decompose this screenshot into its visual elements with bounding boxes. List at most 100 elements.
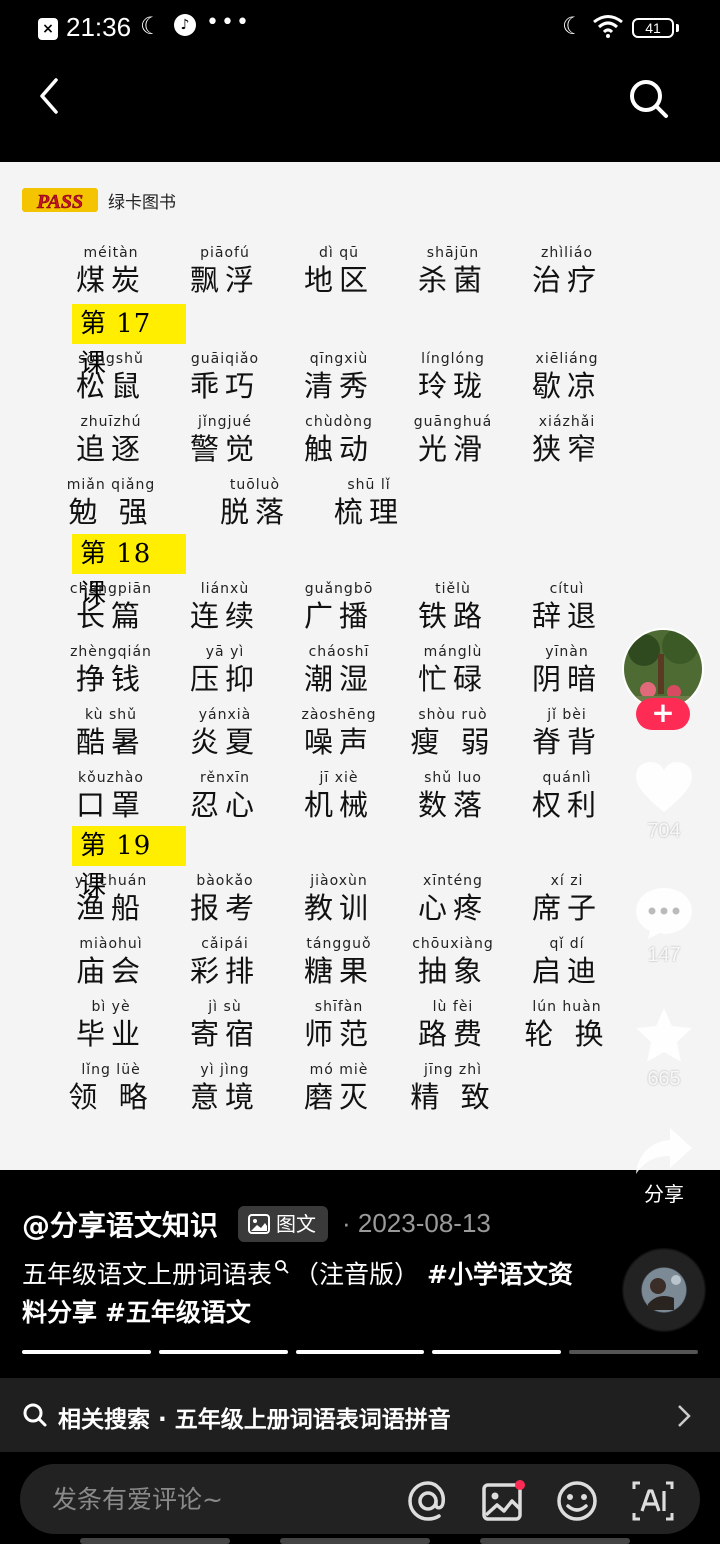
vocab-word: mánglù 忙碌: [398, 643, 508, 697]
hanzi: 勉 强: [68, 495, 154, 529]
pinyin: chángpiān: [69, 581, 153, 597]
vocab-word: rěnxīn 忍心: [170, 769, 280, 823]
hanzi: 轮 换: [524, 1017, 610, 1051]
favorite-count: 665: [647, 1068, 681, 1090]
pinyin: guǎngbō: [304, 581, 374, 597]
vocab-word: guǎngbō 广播: [284, 580, 394, 634]
progress-segment: [295, 1350, 425, 1354]
lesson-title: 第 18 课: [72, 534, 186, 609]
battery-level: 41: [645, 20, 661, 36]
hanzi: 梳理: [333, 495, 404, 529]
pinyin: jiàoxùn: [310, 873, 368, 889]
progress-segment: [432, 1350, 562, 1354]
pinyin: zàoshēng: [301, 707, 377, 723]
hanzi: 抽象: [417, 954, 488, 988]
pinyin: jǐ bèi: [547, 707, 587, 723]
vocab-word: jī xiè 机械: [284, 769, 394, 823]
vocab-word: yánxià 炎夏: [170, 706, 280, 760]
search-icon[interactable]: [624, 74, 672, 122]
post-type-label: 图文: [276, 1212, 316, 1236]
pinyin: zhuīzhú: [80, 414, 142, 430]
hanzi: 煤炭: [75, 263, 146, 297]
hanzi: 松鼠: [75, 369, 146, 403]
vocab-word: tuōluò 脱落: [200, 476, 310, 530]
image-progress: [22, 1350, 698, 1356]
hanzi: 潮湿: [303, 662, 374, 696]
pinyin: qǐ dí: [549, 936, 585, 952]
post-image[interactable]: PASS 绿卡图书 méitàn 煤炭 piāofú 飘浮 dì qū 地区 shājūn 杀…: [0, 162, 720, 1170]
comment-input[interactable]: [50, 1464, 384, 1536]
related-search-bar[interactable]: 相关搜索 · 五年级上册词语表词语拼音: [0, 1378, 720, 1452]
pinyin: cháoshī: [308, 644, 370, 660]
progress-segment: [158, 1350, 288, 1354]
follow-button[interactable]: +: [636, 698, 690, 730]
author-name[interactable]: @分享语文知识: [22, 1204, 218, 1244]
vocab-word: zhuīzhú 追逐: [56, 413, 166, 467]
notification-icon: ×: [38, 18, 58, 40]
pinyin: sōngshǔ: [78, 351, 144, 367]
music-disc[interactable]: [622, 1248, 706, 1332]
hanzi: 数落: [417, 788, 488, 822]
hanzi: 席子: [531, 891, 602, 925]
like-count: 704: [647, 820, 681, 842]
hanzi: 师范: [303, 1017, 374, 1051]
pinyin: quánlì: [542, 770, 592, 786]
pinyin: tiělù: [435, 581, 471, 597]
brand-logo-text: PASS: [36, 191, 83, 213]
vocab-word: lù fèi 路费: [398, 998, 508, 1052]
vocab-word: guāiqiǎo 乖巧: [170, 350, 280, 404]
progress-segment: [569, 1350, 698, 1354]
like-button[interactable]: 704: [624, 760, 704, 843]
hanzi: 杀菌: [417, 263, 488, 297]
pinyin: bàokǎo: [196, 873, 254, 889]
moon-icon: ☾: [140, 12, 162, 40]
pinyin: shājūn: [426, 245, 480, 261]
hanzi: 酷暑: [75, 725, 146, 759]
pinyin: guānghuá: [413, 414, 493, 430]
hanzi: 磨灭: [303, 1080, 374, 1114]
hanzi: 连续: [189, 599, 260, 633]
hanzi: 压抑: [189, 662, 260, 696]
vocab-word: yú chuán 渔船: [56, 872, 166, 926]
emoji-icon[interactable]: [554, 1479, 600, 1523]
share-icon: [636, 1128, 692, 1174]
share-button[interactable]: 分享: [624, 1126, 704, 1207]
hanzi: 警觉: [189, 432, 260, 466]
hanzi: 报考: [189, 891, 260, 925]
hashtag-link[interactable]: #五年级语文: [105, 1298, 251, 1327]
favorite-button[interactable]: 665: [624, 1006, 704, 1091]
mention-icon[interactable]: [406, 1479, 450, 1523]
ai-icon[interactable]: [630, 1479, 676, 1523]
hanzi: 教训: [303, 891, 374, 925]
hanzi: 广播: [303, 599, 374, 633]
pinyin: piāofú: [200, 245, 250, 261]
pinyin: jǐngjué: [198, 414, 252, 430]
vocab-word: xiázhǎi 狭窄: [512, 413, 622, 467]
post-description: 五年级语文上册词语表 （注音版） #小学语文资料分享 #五年级语文: [22, 1256, 582, 1332]
pinyin: yā yì: [205, 644, 245, 660]
hanzi: 辞退: [531, 599, 602, 633]
hanzi: 领 略: [68, 1080, 154, 1114]
vocab-word: liánxù 连续: [170, 580, 280, 634]
desc-note: （注音版）: [294, 1260, 420, 1289]
pinyin: lún huàn: [532, 999, 602, 1015]
hanzi: 渔船: [75, 891, 146, 925]
pinyin: chùdòng: [305, 414, 373, 430]
vocab-word: shū lǐ 梳理: [314, 476, 424, 530]
hanzi: 脱落: [219, 495, 290, 529]
back-icon[interactable]: [30, 74, 70, 118]
vocab-word: shǔ luo 数落: [398, 769, 508, 823]
comment-button[interactable]: 147: [624, 886, 704, 967]
search-hint-icon[interactable]: [274, 1259, 290, 1275]
pinyin: kǒuzhào: [78, 770, 144, 786]
comment-icon: [636, 888, 692, 939]
pinyin: chōuxiàng: [412, 936, 494, 952]
vocab-word: qǐ dí 启迪: [512, 935, 622, 989]
vocab-word: jì sù 寄宿: [170, 998, 280, 1052]
hanzi: 地区: [303, 263, 374, 297]
hanzi: 毕业: [75, 1017, 146, 1051]
pinyin: jīng zhì: [423, 1062, 483, 1078]
image-picker-icon[interactable]: [480, 1479, 526, 1523]
pinyin: zhèngqián: [70, 644, 152, 660]
pinyin: miǎn qiǎng: [66, 477, 156, 493]
